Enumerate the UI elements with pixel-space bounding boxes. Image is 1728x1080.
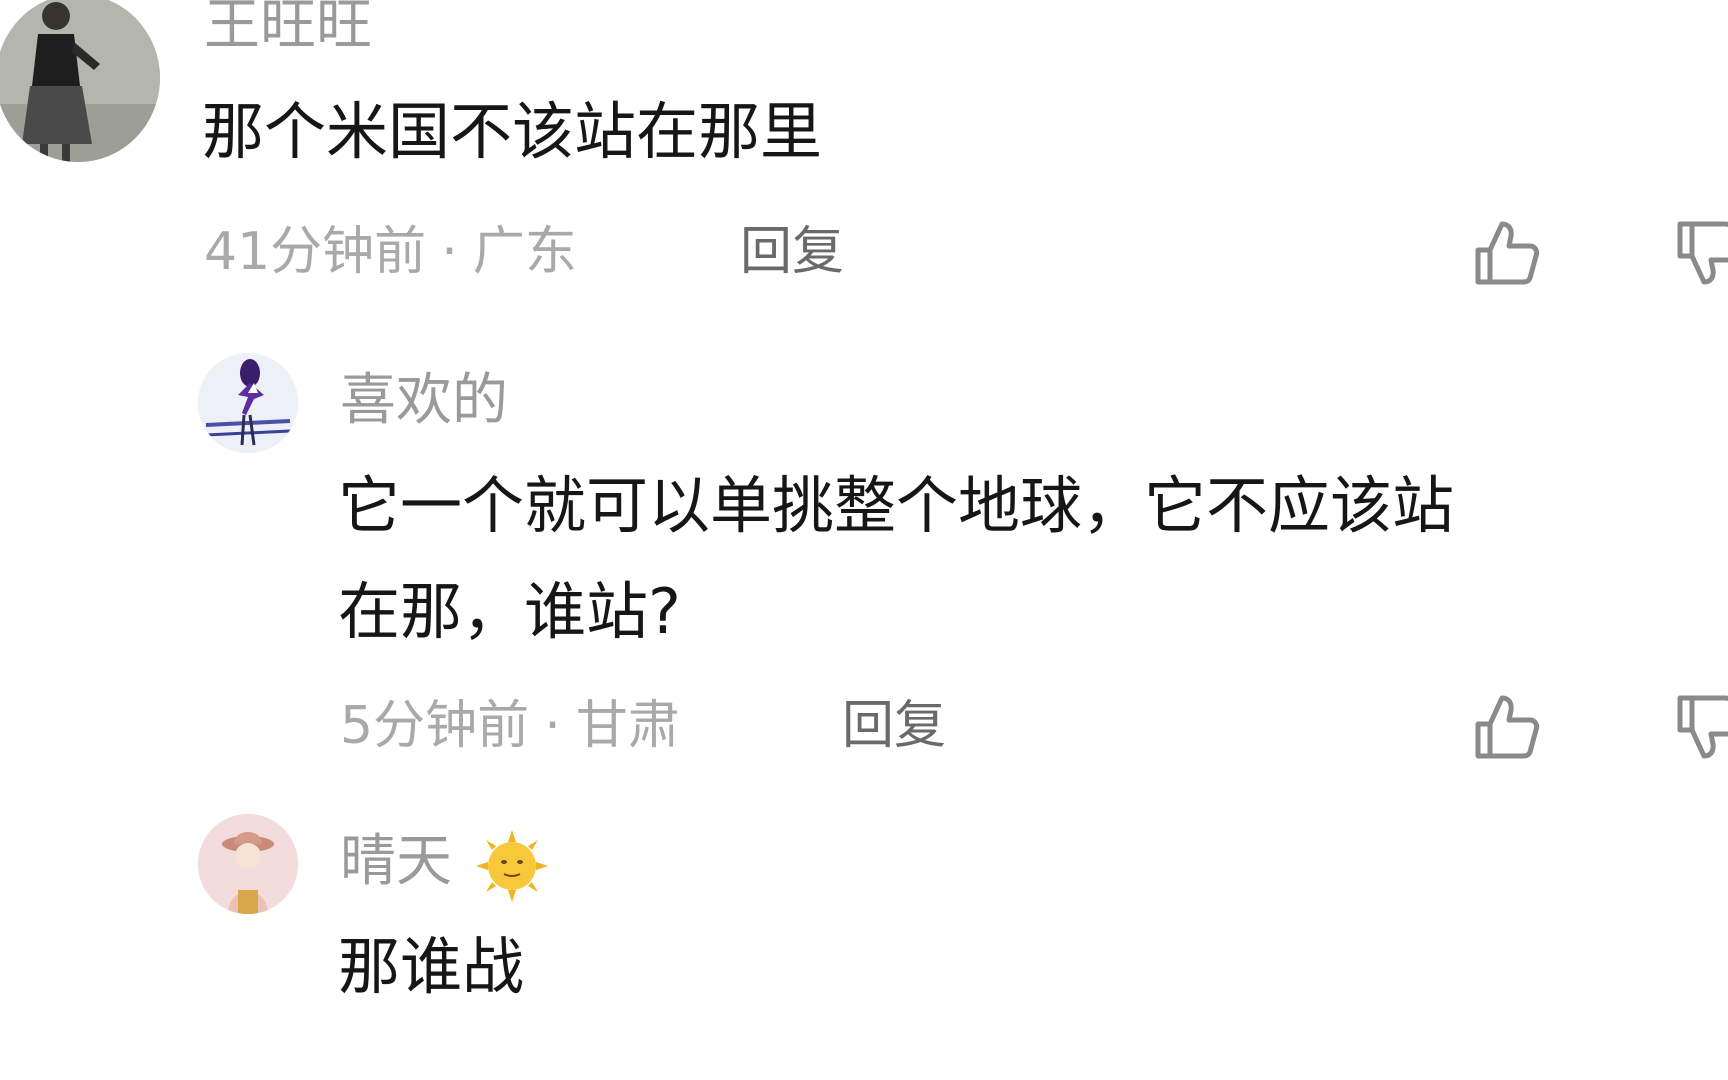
avatar[interactable] <box>0 0 160 162</box>
comment-text: 那个米国不该站在那里 <box>202 95 823 168</box>
comment-meta: 5分钟前 · 甘肃 <box>340 700 680 756</box>
comment-text-line-1: 它一个就可以单挑整个地球，它不应该站 <box>338 469 1455 542</box>
meta-separator: · <box>441 222 458 282</box>
like-button[interactable] <box>1468 690 1542 764</box>
comment-time: 41分钟前 <box>204 222 427 282</box>
thumbs-up-icon <box>1475 221 1540 285</box>
like-button[interactable] <box>1468 216 1542 290</box>
dislike-button[interactable] <box>1670 216 1728 290</box>
sun-face-icon <box>476 830 548 902</box>
reply-button[interactable]: 回复 <box>740 226 844 278</box>
comment-location: 广东 <box>472 222 577 282</box>
dislike-button[interactable] <box>1670 690 1728 764</box>
avatar[interactable] <box>198 814 298 914</box>
comment-username[interactable]: 王旺旺 <box>204 0 372 54</box>
meta-separator: · <box>544 696 561 756</box>
comment-location: 甘肃 <box>575 696 680 756</box>
reply-button[interactable]: 回复 <box>842 700 946 752</box>
comment-username[interactable]: 晴天 <box>340 834 452 890</box>
thumbs-down-icon <box>1677 221 1728 285</box>
thumbs-down-icon <box>1677 695 1728 759</box>
person-photo-avatar <box>0 0 160 162</box>
comment-time: 5分钟前 <box>340 696 530 756</box>
child-hat-avatar <box>198 814 298 914</box>
thumbs-up-icon <box>1475 695 1540 759</box>
avatar[interactable] <box>198 353 298 453</box>
comment-text-line-2: 在那，谁站? <box>338 575 681 648</box>
dancer-avatar <box>198 353 298 453</box>
comment-text: 那谁战 <box>338 930 525 1003</box>
sun-face-emoji <box>476 830 548 902</box>
comment-meta: 41分钟前 · 广东 <box>204 226 577 282</box>
comment-username[interactable]: 喜欢的 <box>340 373 508 429</box>
